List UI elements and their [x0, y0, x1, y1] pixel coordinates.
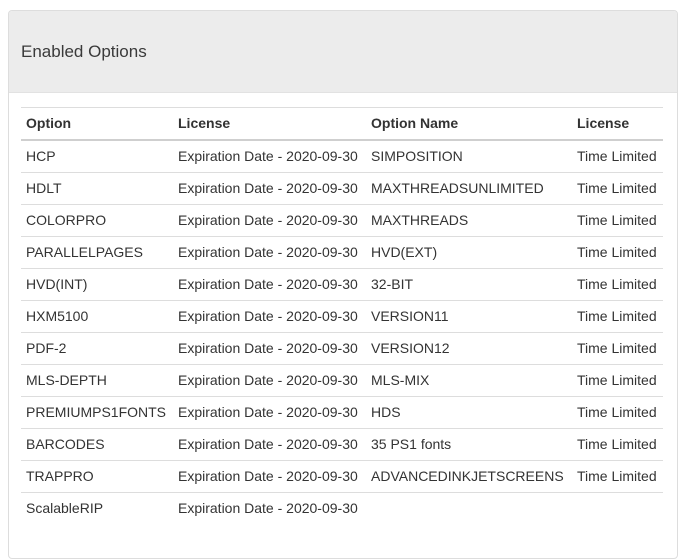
table-cell-license-type: Time Limited: [572, 237, 663, 269]
table-cell-license-expiration: Expiration Date - 2020-09-30: [173, 205, 366, 237]
table-cell-option-name: MAXTHREADS: [366, 205, 572, 237]
table-cell-option-name: MLS-MIX: [366, 365, 572, 397]
table-cell-license-expiration: Expiration Date - 2020-09-30: [173, 269, 366, 301]
table-cell-option-name: MAXTHREADSUNLIMITED: [366, 173, 572, 205]
table-cell-option-name: 35 PS1 fonts: [366, 429, 572, 461]
table-cell-license-type: Time Limited: [572, 429, 663, 461]
table-cell-license-expiration: Expiration Date - 2020-09-30: [173, 397, 366, 429]
table-cell-option: HDLT: [21, 173, 173, 205]
table-cell-option: MLS-DEPTH: [21, 365, 173, 397]
table-row: MLS-DEPTHExpiration Date - 2020-09-30MLS…: [21, 365, 663, 397]
table-cell-option-name: VERSION12: [366, 333, 572, 365]
column-header-option-name: Option Name: [366, 108, 572, 141]
table-cell-license-type: Time Limited: [572, 301, 663, 333]
table-cell-license-type: Time Limited: [572, 205, 663, 237]
column-header-license-expiration: License: [173, 108, 366, 141]
table-cell-option: BARCODES: [21, 429, 173, 461]
table-cell-option: PARALLELPAGES: [21, 237, 173, 269]
table-cell-option: HXM5100: [21, 301, 173, 333]
table-cell-license-type: Time Limited: [572, 173, 663, 205]
table-cell-license-type: Time Limited: [572, 269, 663, 301]
table-cell-license-type: Time Limited: [572, 365, 663, 397]
table-header-row: Option License Option Name License: [21, 108, 663, 141]
table-row: ScalableRIPExpiration Date - 2020-09-30: [21, 493, 663, 525]
table-cell-option-name: ADVANCEDINKJETSCREENS: [366, 461, 572, 493]
table-cell-license-expiration: Expiration Date - 2020-09-30: [173, 493, 366, 525]
table-cell-option-name: HDS: [366, 397, 572, 429]
table-row: COLORPROExpiration Date - 2020-09-30MAXT…: [21, 205, 663, 237]
table-cell-license-type: [572, 493, 663, 525]
table-cell-license-type: Time Limited: [572, 140, 663, 173]
table-cell-license-type: Time Limited: [572, 461, 663, 493]
table-cell-option: HCP: [21, 140, 173, 173]
table-row: PARALLELPAGESExpiration Date - 2020-09-3…: [21, 237, 663, 269]
column-header-option: Option: [21, 108, 173, 141]
table-cell-option-name: 32-BIT: [366, 269, 572, 301]
table-cell-option: COLORPRO: [21, 205, 173, 237]
table-cell-option: PREMIUMPS1FONTS: [21, 397, 173, 429]
table-row: HCPExpiration Date - 2020-09-30SIMPOSITI…: [21, 140, 663, 173]
table-cell-option: PDF-2: [21, 333, 173, 365]
table-cell-option-name: SIMPOSITION: [366, 140, 572, 173]
table-cell-license-expiration: Expiration Date - 2020-09-30: [173, 461, 366, 493]
table-cell-license-type: Time Limited: [572, 333, 663, 365]
panel-title: Enabled Options: [21, 41, 662, 62]
table-cell-license-expiration: Expiration Date - 2020-09-30: [173, 333, 366, 365]
table-row: TRAPPROExpiration Date - 2020-09-30ADVAN…: [21, 461, 663, 493]
enabled-options-panel: Enabled Options Option License Option Na…: [8, 10, 678, 559]
table-row: BARCODESExpiration Date - 2020-09-3035 P…: [21, 429, 663, 461]
enabled-options-table: Option License Option Name License HCPEx…: [21, 107, 663, 524]
table-cell-license-expiration: Expiration Date - 2020-09-30: [173, 429, 366, 461]
table-cell-license-expiration: Expiration Date - 2020-09-30: [173, 140, 366, 173]
table-cell-license-expiration: Expiration Date - 2020-09-30: [173, 237, 366, 269]
table-cell-license-type: Time Limited: [572, 397, 663, 429]
table-cell-license-expiration: Expiration Date - 2020-09-30: [173, 365, 366, 397]
table-cell-option-name: HVD(EXT): [366, 237, 572, 269]
table-cell-license-expiration: Expiration Date - 2020-09-30: [173, 173, 366, 205]
table-cell-option: HVD(INT): [21, 269, 173, 301]
table-row: PREMIUMPS1FONTSExpiration Date - 2020-09…: [21, 397, 663, 429]
panel-header: Enabled Options: [9, 11, 677, 93]
table-cell-option: TRAPPRO: [21, 461, 173, 493]
table-cell-option: ScalableRIP: [21, 493, 173, 525]
panel-body: Option License Option Name License HCPEx…: [9, 93, 677, 558]
table-cell-option-name: [366, 493, 572, 525]
column-header-license-type: License: [572, 108, 663, 141]
table-row: HDLTExpiration Date - 2020-09-30MAXTHREA…: [21, 173, 663, 205]
table-row: HVD(INT)Expiration Date - 2020-09-3032-B…: [21, 269, 663, 301]
table-header: Option License Option Name License: [21, 108, 663, 141]
table-cell-license-expiration: Expiration Date - 2020-09-30: [173, 301, 366, 333]
table-body: HCPExpiration Date - 2020-09-30SIMPOSITI…: [21, 140, 663, 524]
table-cell-option-name: VERSION11: [366, 301, 572, 333]
table-row: PDF-2Expiration Date - 2020-09-30VERSION…: [21, 333, 663, 365]
table-row: HXM5100Expiration Date - 2020-09-30VERSI…: [21, 301, 663, 333]
